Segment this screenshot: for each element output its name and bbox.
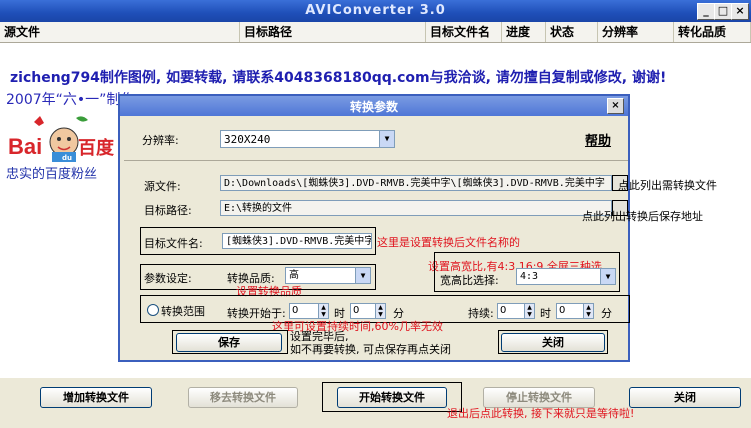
start-min-value: 0: [353, 305, 360, 316]
minimize-icon[interactable]: _: [697, 3, 715, 20]
dur-min-unit: 分: [601, 307, 612, 320]
save-button[interactable]: 保存: [176, 333, 282, 352]
spinner-icon[interactable]: ▲ ▼: [524, 304, 534, 318]
name-note: 这里是设置转换后文件名称的: [377, 236, 520, 249]
quality-value: 高: [289, 270, 299, 281]
save-note-line1: 设置完毕后,: [290, 330, 349, 343]
col-status[interactable]: 状态: [546, 22, 598, 42]
col-quality[interactable]: 转化品质: [674, 22, 751, 42]
save-note-line2: 如不再要转换, 可点保存再点关闭: [290, 343, 451, 356]
target-path-field[interactable]: E:\转换的文件: [220, 200, 612, 216]
maximize-icon[interactable]: □: [714, 3, 732, 20]
aspect-label: 宽高比选择:: [440, 274, 499, 287]
baidu-logo: Bai du 百度: [6, 112, 116, 164]
source-label: 源文件:: [144, 180, 181, 193]
params-label: 参数设定:: [144, 272, 192, 285]
baidu-slogan: 忠实的百度粉丝: [6, 167, 98, 182]
duration-label: 持续:: [468, 307, 494, 320]
spinner-icon[interactable]: ▲ ▼: [318, 304, 328, 318]
aspect-value: 4:3: [520, 271, 539, 282]
quality-select[interactable]: 高 ▼: [285, 267, 371, 284]
add-file-button[interactable]: 增加转换文件: [40, 387, 152, 408]
spinner-icon[interactable]: ▲ ▼: [583, 304, 593, 318]
window-title: AVIConverter 3.0: [305, 3, 446, 18]
save-note: 设置完毕后, 如不再要转换, 可点保存再点关闭: [290, 330, 451, 356]
start-min-input[interactable]: 0 ▲ ▼: [350, 303, 386, 319]
col-target-path[interactable]: 目标路径: [240, 22, 426, 42]
dur-hour-unit: 时: [540, 307, 551, 320]
target-path-label: 目标路径:: [144, 204, 192, 217]
svg-text:百度: 百度: [78, 137, 115, 159]
close-icon[interactable]: ×: [731, 3, 749, 20]
start-hour-value: 0: [292, 305, 299, 316]
aspect-select[interactable]: 4:3 ▼: [516, 268, 616, 285]
chevron-down-icon[interactable]: ▼: [355, 268, 370, 283]
dialog-divider: [124, 160, 628, 161]
dur-hour-value: 0: [500, 305, 507, 316]
dialog-title: 转换参数: [349, 100, 398, 114]
target-note: 点此列出转换后保存地址: [582, 210, 703, 223]
svg-text:du: du: [62, 154, 72, 162]
source-field[interactable]: D:\Downloads\[蜘蛛侠3].DVD-RMVB.完美中字\[蜘蛛侠3]…: [220, 175, 612, 191]
bottom-note: 退出后点此转换, 接下来就只是等待啦!: [447, 407, 635, 420]
target-name-label: 目标文件名:: [144, 237, 203, 250]
col-progress[interactable]: 进度: [502, 22, 546, 42]
col-source[interactable]: 源文件: [0, 22, 240, 42]
resolution-select[interactable]: 320X240 ▼: [220, 130, 395, 148]
resolution-label: 分辨率:: [142, 134, 179, 147]
dialog-close-button[interactable]: 关闭: [501, 333, 605, 352]
dur-min-value: 0: [559, 305, 566, 316]
resolution-value: 320X240: [224, 133, 271, 146]
dur-hour-input[interactable]: 0 ▲ ▼: [497, 303, 535, 319]
start-convert-button[interactable]: 开始转换文件: [337, 387, 447, 408]
chevron-down-icon[interactable]: ▼: [600, 269, 615, 284]
remove-file-button[interactable]: 移去转换文件: [188, 387, 298, 408]
col-target-name[interactable]: 目标文件名: [426, 22, 502, 42]
source-note: 点此列出需转换文件: [618, 179, 717, 192]
range-radio[interactable]: [147, 304, 159, 316]
range-label: 转换范围: [161, 305, 205, 318]
title-bar: AVIConverter 3.0 _ □ ×: [0, 0, 751, 22]
copyright-notice: zicheng794制作图例, 如要转载, 请联系4048368180qq.co…: [10, 70, 667, 86]
chevron-down-icon[interactable]: ▼: [379, 131, 394, 147]
dur-min-input[interactable]: 0 ▲ ▼: [556, 303, 594, 319]
dialog-title-bar: 转换参数: [120, 96, 628, 116]
dialog-close-icon[interactable]: ×: [607, 98, 624, 114]
spinner-icon[interactable]: ▲ ▼: [375, 304, 385, 318]
col-resolution[interactable]: 分辨率: [598, 22, 674, 42]
main-close-button[interactable]: 关闭: [629, 387, 741, 408]
target-name-field[interactable]: [蜘蛛侠3].DVD-RMVB.完美中字: [222, 233, 372, 249]
made-date: 2007年“六•一”制作: [6, 92, 135, 108]
list-header: 源文件 目标路径 目标文件名 进度 状态 分辨率 转化品质: [0, 22, 751, 43]
start-hour-input[interactable]: 0 ▲ ▼: [289, 303, 329, 319]
help-link[interactable]: 帮助: [585, 130, 611, 149]
svg-text:Bai: Bai: [8, 134, 42, 159]
